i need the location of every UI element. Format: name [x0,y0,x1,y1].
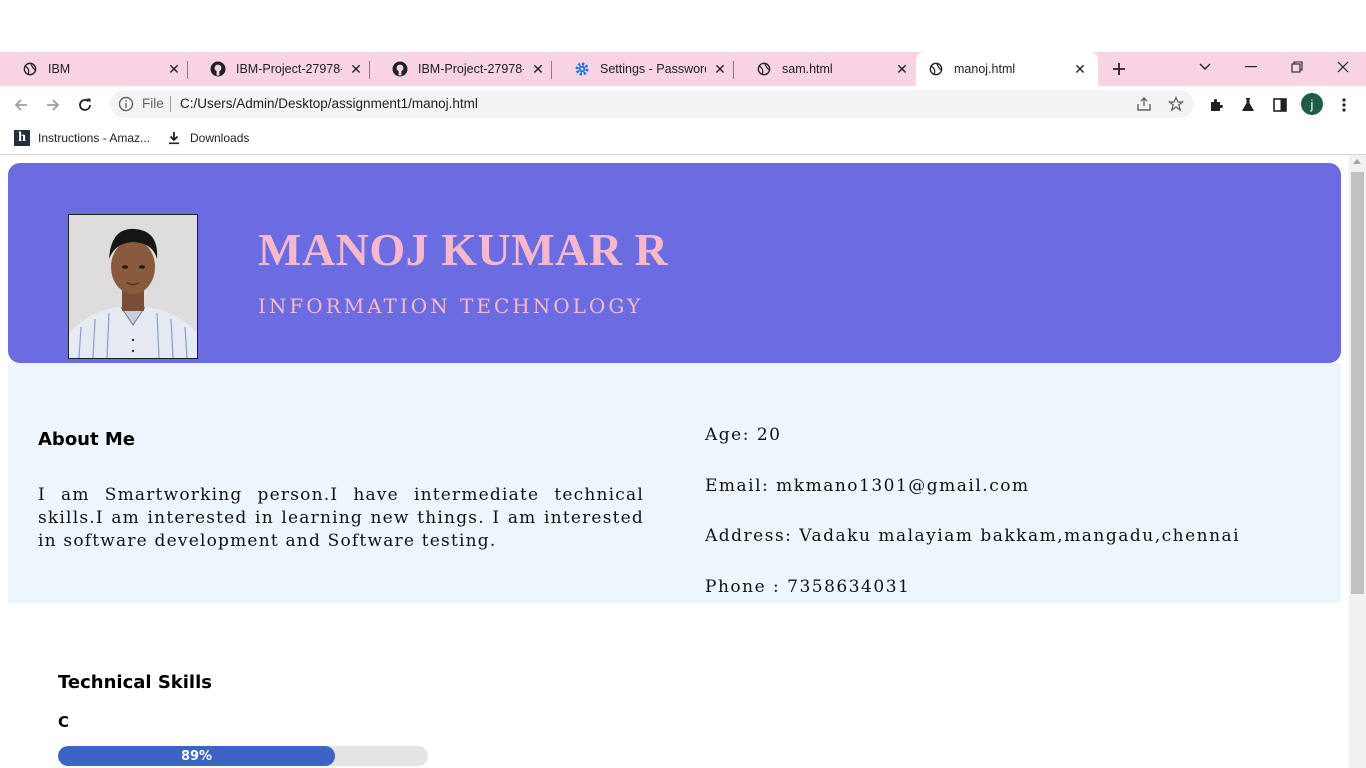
bookmark-label: Instructions - Amaz... [38,131,151,145]
contact-email: Email: mkmano1301@gmail.com [705,476,1030,496]
profile-department: INFORMATION TECHNOLOGY [258,294,644,318]
about-section: About Me I am Smartworking person.I have… [8,363,1341,603]
arrow-right-icon [47,99,60,111]
tab-strip: IBM ✕ IBM-Project-27978-16 ✕ IBM-Project… [0,52,1366,86]
address-divider [170,96,171,112]
skill-progress-fill: 89% [58,746,335,766]
restore-icon [1291,61,1303,73]
plus-icon [1113,63,1125,75]
skill-progress-label: 89% [180,748,213,764]
bookmark-label: Downloads [190,131,250,145]
skill-name: C [58,713,70,731]
address-bar[interactable]: File C:/Users/Admin/Desktop/assignment1/… [110,90,1194,118]
tab-title: IBM-Project-27978-16 [418,62,524,76]
more-menu-icon[interactable] [1334,95,1354,115]
contact-age: Age: 20 [705,425,782,445]
close-icon[interactable]: ✕ [894,61,910,77]
minimize-button[interactable] [1228,52,1274,82]
profile-name: MANOJ KUMAR R [258,224,669,275]
download-icon [166,130,182,146]
scroll-thumb[interactable] [1351,172,1364,594]
scheme-label: File [142,96,164,111]
page-viewport: MANOJ KUMAR R INFORMATION TECHNOLOGY Abo… [0,155,1349,768]
star-icon [1168,96,1184,112]
h-icon: h [14,130,30,146]
forward-button[interactable] [40,92,66,118]
tab-sam[interactable]: sam.html ✕ [734,52,916,86]
profile-avatar[interactable]: j [1301,93,1323,115]
contact-phone: Phone : 7358634031 [705,577,911,597]
tab-github-1[interactable]: IBM-Project-27978-16 ✕ [188,52,370,86]
restore-button[interactable] [1274,52,1320,82]
new-tab-button[interactable] [1106,58,1132,80]
about-heading: About Me [38,429,135,450]
globe-icon [928,61,944,77]
tab-github-2[interactable]: IBM-Project-27978-16 ✕ [370,52,552,86]
page-scrollbar[interactable] [1349,155,1366,768]
gear-icon [574,61,590,77]
info-icon [118,96,134,112]
close-icon [1337,61,1349,73]
close-icon[interactable]: ✕ [166,61,182,77]
share-icon [1137,97,1151,111]
extensions-icon[interactable] [1206,95,1226,115]
side-panel-icon[interactable] [1270,95,1290,115]
tab-ibm[interactable]: IBM ✕ [0,52,188,86]
tab-title: Settings - Password M [600,62,706,76]
globe-icon [22,61,38,77]
github-icon [210,61,226,77]
globe-icon [756,61,772,77]
github-icon [392,61,408,77]
back-button[interactable] [8,92,34,118]
tab-title: IBM-Project-27978-16 [236,62,342,76]
close-icon[interactable]: ✕ [712,61,728,77]
close-icon[interactable]: ✕ [1072,61,1088,77]
window-top-area [0,0,1366,52]
arrow-left-icon [14,99,27,111]
tab-search-button[interactable] [1182,52,1228,82]
tab-title: IBM [48,62,71,76]
browser-toolbar: File C:/Users/Admin/Desktop/assignment1/… [0,86,1366,124]
tab-title: manoj.html [954,62,1016,76]
profile-header: MANOJ KUMAR R INFORMATION TECHNOLOGY [8,163,1341,363]
tab-settings[interactable]: Settings - Password M ✕ [552,52,734,86]
chevron-down-icon [1199,63,1211,70]
bookmark-instructions[interactable]: h Instructions - Amaz... [14,130,150,146]
close-icon[interactable]: ✕ [348,61,364,77]
url-text[interactable]: C:/Users/Admin/Desktop/assignment1/manoj… [180,96,478,111]
profile-photo [68,214,198,359]
skill-progress-track: 89% [58,746,428,766]
about-text: I am Smartworking person.I have intermed… [38,485,644,551]
minimize-icon [1245,66,1257,68]
reload-button[interactable] [72,92,98,118]
contact-address: Address: Vadaku malayiam bakkam,mangadu,… [705,526,1241,546]
scroll-up-arrow-icon[interactable] [1353,159,1361,164]
flask-icon[interactable] [1238,95,1258,115]
close-window-button[interactable] [1320,52,1366,82]
tab-manoj[interactable]: manoj.html ✕ [916,52,1098,86]
reload-icon [79,98,91,111]
tab-title: sam.html [782,62,833,76]
close-icon[interactable]: ✕ [530,61,546,77]
bookmarks-bar: h Instructions - Amaz... Downloads [0,124,1366,155]
skills-heading: Technical Skills [58,672,212,693]
bookmark-downloads[interactable]: Downloads [166,130,249,146]
